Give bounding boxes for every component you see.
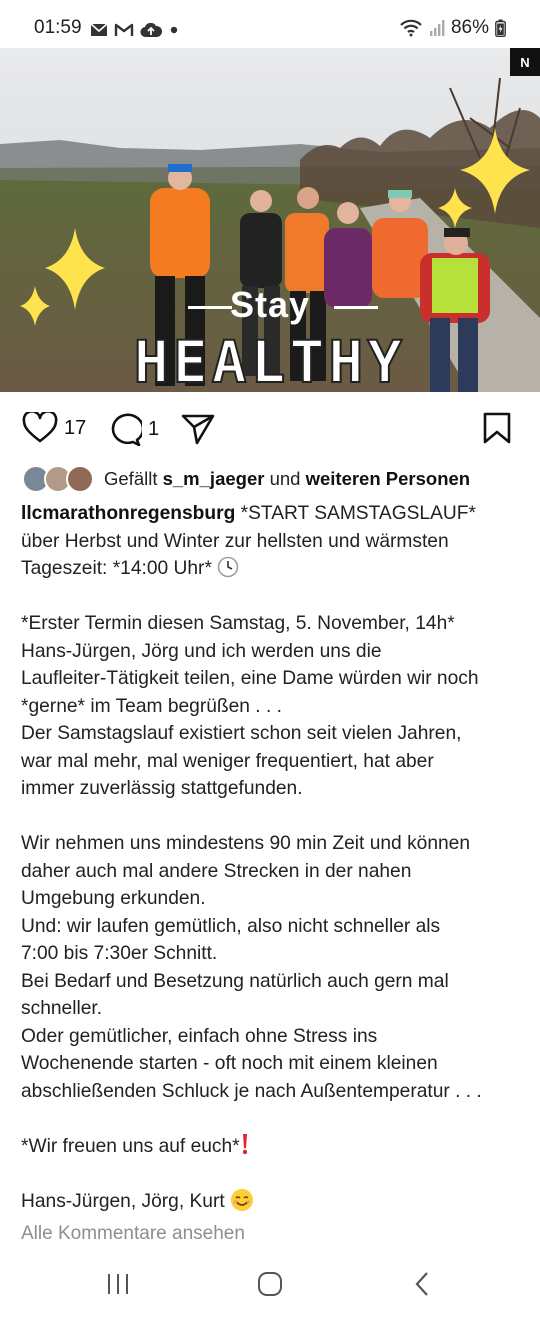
comment-icon (111, 413, 142, 446)
status-time: 01:59 (34, 17, 82, 38)
back-button[interactable] (402, 1268, 442, 1300)
recents-button[interactable] (98, 1268, 138, 1300)
caption-line: schneller. (21, 998, 103, 1019)
clock-emoji-icon (217, 556, 239, 578)
post-photo[interactable]: N Stay HEALTHY (0, 48, 540, 392)
send-icon (181, 414, 215, 445)
caption-line: Wir nehmen uns mindestens 90 min Zeit un… (21, 833, 471, 854)
system-nav-bar (0, 1250, 540, 1320)
caption-line: Tageszeit: *14:00 Uhr* (21, 558, 212, 579)
like-button[interactable]: 17 (22, 412, 86, 444)
caption-line: war mal mehr, mal weniger frequentiert, … (21, 750, 434, 772)
avatar (66, 465, 94, 493)
post-username[interactable]: llcmarathonregensburg (21, 503, 235, 524)
liker-username[interactable]: s_m_jaeger (163, 468, 265, 489)
gmail-icon (114, 23, 134, 36)
likes-middle: und (269, 468, 301, 489)
caption-line: 7:00 bis 7:30er Schnitt. (21, 943, 218, 964)
caption-line: *Erster Termin diesen Samstag, 5. Novemb… (21, 613, 455, 634)
battery-percent: 86% (450, 17, 489, 38)
caption-line: Der Samstagslauf existiert schon seit vi… (21, 723, 462, 744)
comment-button[interactable]: 1 (106, 412, 159, 446)
caption-line: *gerne* im Team begrüßen . . . (21, 695, 282, 717)
likes-row[interactable]: Gefällt s_m_jaeger und weiteren Personen (22, 464, 470, 494)
likes-others[interactable]: weiteren Personen (306, 468, 471, 489)
wifi-icon (400, 19, 422, 37)
caption-line: Umgebung erkunden. (21, 888, 206, 909)
view-all-comments-link[interactable]: Alle Kommentare ansehen (21, 1223, 245, 1245)
caption-line: Oder gemütlicher, einfach ohne Stress in… (21, 1025, 378, 1047)
liker-avatars (22, 465, 96, 493)
caption-line: abschließenden Schluck je nach Außentemp… (21, 1080, 482, 1102)
caption-line: *Wir freuen uns auf euch* (21, 1135, 240, 1157)
caption-line: Hans-Jürgen, Jörg, Kurt (21, 1190, 225, 1212)
likes-text: Gefällt s_m_jaeger und weiteren Personen (104, 468, 470, 490)
notification-icons (90, 20, 180, 40)
caption-line: Hans-Jürgen, Jörg und ich werden uns die (21, 640, 382, 662)
caption-line: Und: wir laufen gemütlich, also nicht sc… (21, 915, 441, 937)
signal-icon (429, 20, 445, 36)
home-icon (258, 1272, 282, 1296)
home-button[interactable] (250, 1268, 290, 1300)
caption-line: über Herbst und Winter zur hellsten und … (21, 530, 449, 552)
recents-icon (108, 1274, 128, 1294)
overlay-stay-text: Stay (229, 284, 311, 325)
overlay-healthy-text: HEALTHY (133, 327, 407, 392)
status-bar: 01:59 86% (0, 0, 540, 50)
caption-line: Bei Bedarf und Besetzung natürlich auch … (21, 970, 449, 992)
caption-line: immer zuverlässig stattgefunden. (21, 778, 303, 799)
back-icon (415, 1272, 428, 1296)
mail-icon (90, 23, 108, 36)
status-right: 86% (399, 17, 506, 39)
battery-icon (495, 19, 506, 37)
dot-icon (170, 26, 178, 34)
cloud-upload-icon (140, 22, 162, 38)
caption-line: *START SAMSTAGSLAUF* (240, 503, 476, 524)
heart-icon (22, 412, 58, 443)
caption-line: daher auch mal andere Strecken in der na… (21, 860, 412, 882)
smiling-face-emoji-icon (231, 1188, 254, 1211)
bookmark-icon (483, 412, 511, 444)
like-count: 17 (64, 416, 87, 439)
reels-badge: N (510, 48, 540, 76)
comment-count: 1 (148, 417, 160, 440)
caption-line: Wochenende starten - oft noch mit einem … (21, 1053, 438, 1074)
caption-line: Laufleiter-Tätigkeit teilen, eine Dame w… (21, 668, 479, 689)
save-button[interactable] (482, 412, 512, 444)
exclamation-emoji-icon (242, 1133, 247, 1154)
share-button[interactable] (180, 412, 216, 446)
post-caption: llcmarathonregensburg *START SAMSTAGSLAU… (21, 500, 526, 1215)
likes-prefix: Gefällt (104, 468, 158, 489)
post-action-bar: 17 1 (0, 400, 540, 456)
